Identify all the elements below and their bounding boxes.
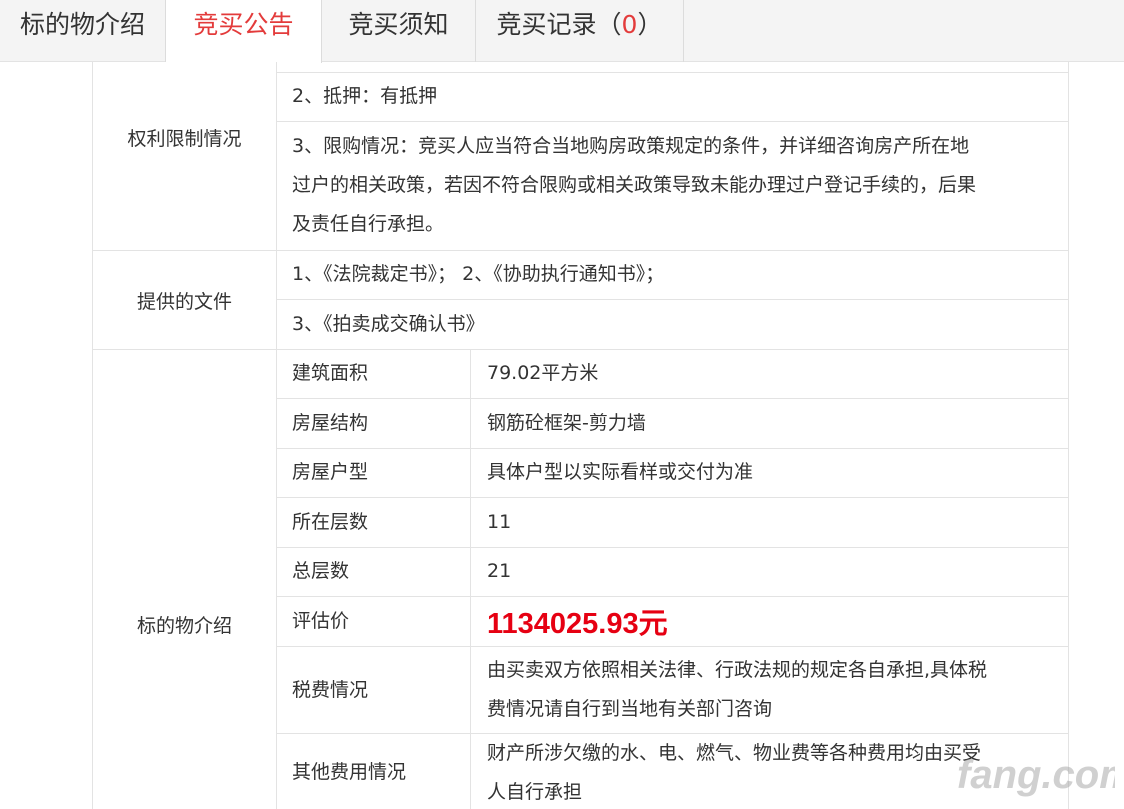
value-floor: 11 <box>487 511 512 533</box>
key-other-fees: 其他费用情况 <box>292 761 407 783</box>
row-divider <box>276 596 1069 597</box>
bid-count-badge: 0 <box>621 10 638 39</box>
section-divider <box>92 349 1069 350</box>
row-divider <box>276 646 1069 647</box>
watermark-text: fang.com <box>957 753 1115 797</box>
section-divider <box>92 250 1069 251</box>
key-layout: 房屋户型 <box>292 461 369 483</box>
paren-close: ） <box>637 10 663 39</box>
documents-line-1: 1、《法院裁定书》； 2、《协助执行通知书》； <box>292 263 665 285</box>
value-building-area: 79.02平方米 <box>487 362 599 384</box>
paren-open: （ <box>596 10 622 39</box>
row-divider <box>276 121 1069 122</box>
key-floor: 所在层数 <box>292 511 369 533</box>
text-line: 及责任自行承担。 <box>292 213 445 235</box>
purchase-restriction-info: 3、限购情况：竞买人应当符合当地购房政策规定的条件，并详细咨询房产所在地 过户的… <box>292 127 1062 244</box>
rights-restriction-label: 权利限制情况 <box>127 128 242 150</box>
documents-label: 提供的文件 <box>136 291 232 313</box>
tab-label: 竞买须知 <box>348 10 449 39</box>
text-line: 3、限购情况：竞买人应当符合当地购房政策规定的条件，并详细咨询房产所在地 <box>292 135 970 157</box>
text-line: 费情况请自行到当地有关部门咨询 <box>487 698 773 720</box>
key-total-floors: 总层数 <box>292 560 350 582</box>
value-total-floors: 21 <box>487 560 512 582</box>
table-divider-key <box>470 349 471 809</box>
tab-subject-intro[interactable]: 标的物介绍 <box>0 0 166 62</box>
row-divider <box>276 299 1069 300</box>
tab-auction-notice[interactable]: 竞买须知 <box>322 0 476 62</box>
tab-label: 竞买公告 <box>193 10 294 39</box>
row-divider <box>276 398 1069 399</box>
mortgage-info: 2、抵押：有抵押 <box>292 85 438 107</box>
row-divider <box>276 72 1069 73</box>
value-structure: 钢筋砼框架-剪力墙 <box>487 412 646 434</box>
tab-bid-records[interactable]: 竞买记录（0） <box>476 0 684 62</box>
tab-label: 竞买记录 <box>496 10 597 39</box>
documents-line-2: 3、《拍卖成交确认书》 <box>292 313 485 335</box>
key-structure: 房屋结构 <box>292 412 369 434</box>
tab-auction-announcement[interactable]: 竞买公告 <box>166 0 322 63</box>
key-building-area: 建筑面积 <box>292 362 369 384</box>
subject-intro-label: 标的物介绍 <box>136 615 232 637</box>
value-tax: 由买卖双方依照相关法律、行政法规的规定各自承担,具体税 费情况请自行到当地有关部… <box>487 651 1062 729</box>
key-appraisal-price: 评估价 <box>292 610 350 632</box>
tab-bar: 标的物介绍 竞买公告 竞买须知 竞买记录（0） <box>0 0 1124 63</box>
fang-watermark-logo: fang.com <box>957 753 1115 797</box>
text-line: 过户的相关政策，若因不符合限购或相关政策导致未能办理过户登记手续的，后果 <box>292 174 977 196</box>
value-layout: 具体户型以实际看样或交付为准 <box>487 461 754 483</box>
table-border-right <box>1068 62 1069 809</box>
table-border-left <box>92 62 93 809</box>
table-divider-label <box>276 62 277 809</box>
text-line: 由买卖双方依照相关法律、行政法规的规定各自承担,具体税 <box>487 659 988 681</box>
tab-label: 标的物介绍 <box>19 10 145 39</box>
appraisal-price: 1134025.93元 <box>487 608 668 640</box>
key-tax: 税费情况 <box>292 679 369 701</box>
row-divider <box>276 448 1069 449</box>
row-divider <box>276 547 1069 548</box>
row-divider <box>276 497 1069 498</box>
